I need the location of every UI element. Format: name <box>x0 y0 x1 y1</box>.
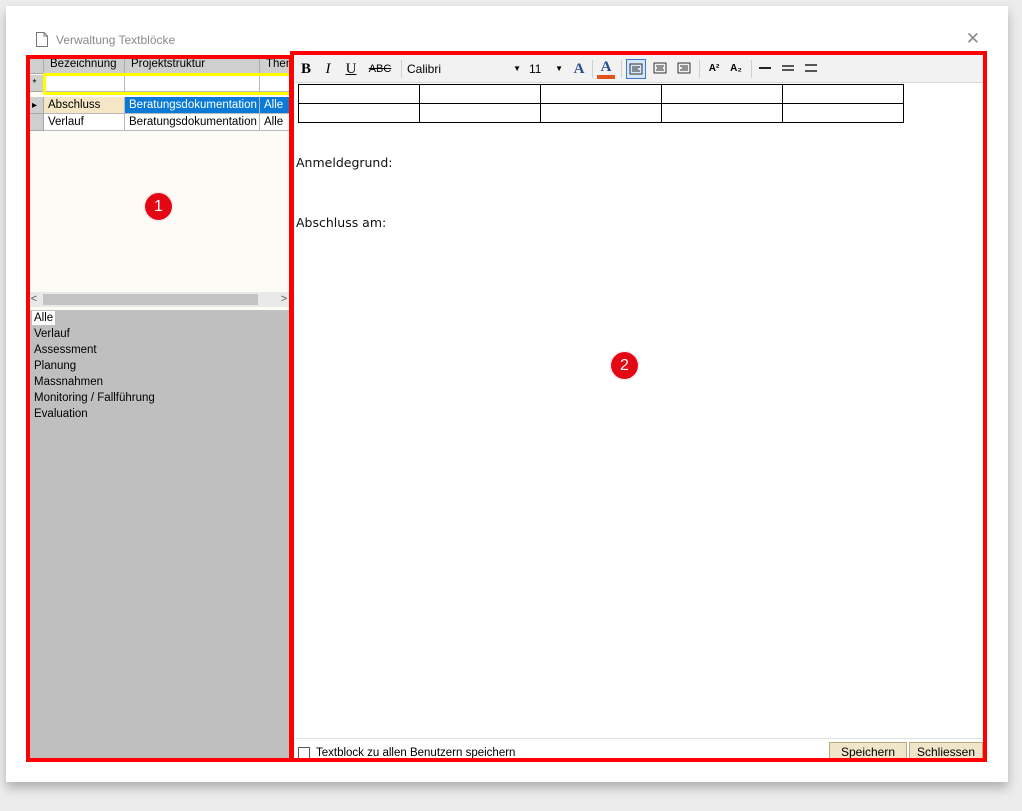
column-header-projektstruktur[interactable]: Projektstruktur <box>125 55 260 74</box>
table-row-cell-bezeichnung[interactable]: Abschluss <box>44 97 125 114</box>
theme-item-planung[interactable]: Planung <box>32 359 78 373</box>
document-table[interactable] <box>298 84 904 123</box>
font-size-value: 11 <box>529 62 542 76</box>
save-button[interactable]: Speichern <box>829 742 907 762</box>
line-spacing-medium-button[interactable] <box>779 59 797 79</box>
textblock-list-panel: Bezeichnung Projektstruktur Thema * ▸ Ab… <box>26 55 292 761</box>
close-window-button[interactable]: ✕ <box>966 29 980 49</box>
row-selector[interactable] <box>26 114 44 131</box>
line-single-icon <box>759 67 771 69</box>
bold-button[interactable]: B <box>298 59 314 79</box>
table-cell[interactable] <box>661 84 783 104</box>
textblock-grid: Bezeichnung Projektstruktur Thema * ▸ Ab… <box>26 55 292 310</box>
strikethrough-button[interactable]: ABC <box>366 59 394 79</box>
editor-footer: Textblock zu allen Benutzern speichern S… <box>295 738 983 762</box>
editor-line-abschluss[interactable]: Abschluss am: <box>296 215 386 230</box>
align-right-icon <box>677 62 691 74</box>
new-row-marker: * <box>26 75 44 92</box>
table-cell[interactable] <box>782 84 904 104</box>
theme-item-monitoring[interactable]: Monitoring / Fallführung <box>32 391 157 405</box>
table-cell[interactable] <box>782 103 904 123</box>
chevron-down-icon: ▼ <box>555 64 563 73</box>
table-cell[interactable] <box>419 103 541 123</box>
chevron-down-icon: ▼ <box>513 64 521 73</box>
line-double-icon <box>782 65 794 71</box>
theme-item-assessment[interactable]: Assessment <box>32 343 99 357</box>
align-left-button[interactable] <box>626 59 646 79</box>
row-selector-current[interactable]: ▸ <box>26 97 44 114</box>
table-row-cell-bezeichnung[interactable]: Verlauf <box>44 114 125 131</box>
theme-item-evaluation[interactable]: Evaluation <box>32 407 90 421</box>
column-header-bezeichnung[interactable]: Bezeichnung <box>44 55 125 74</box>
scroll-left-button[interactable]: < <box>27 292 41 307</box>
table-cell[interactable] <box>419 84 541 104</box>
align-center-button[interactable] <box>650 59 670 79</box>
table-row-cell-projektstruktur[interactable]: Beratungsdokumentation <box>125 97 260 114</box>
annotation-badge-1: 1 <box>144 192 173 221</box>
highlight-color-button[interactable]: A <box>597 59 615 79</box>
table-cell[interactable] <box>540 103 662 123</box>
formatting-toolbar: B I U ABC Calibri ▼ 11 ▼ A A A² A₂ <box>295 55 983 83</box>
column-header-thema[interactable]: Thema <box>260 55 292 74</box>
table-row-cell-projektstruktur[interactable]: Beratungsdokumentation <box>125 114 260 131</box>
scrollbar-thumb[interactable] <box>43 294 258 305</box>
new-row[interactable] <box>44 75 292 92</box>
font-color-button[interactable]: A <box>570 59 588 79</box>
table-row-cell-thema[interactable]: Alle <box>260 97 292 114</box>
close-button[interactable]: Schliessen <box>909 742 983 762</box>
table-cell[interactable] <box>298 84 420 104</box>
underline-button[interactable]: U <box>343 59 359 79</box>
save-for-all-users-label: Textblock zu allen Benutzern speichern <box>316 747 516 759</box>
font-family-value: Calibri <box>407 62 442 76</box>
font-family-select[interactable]: Calibri ▼ <box>405 59 523 79</box>
line-spacing-single-button[interactable] <box>756 59 774 79</box>
grid-corner <box>26 55 44 74</box>
subscript-button[interactable]: A₂ <box>726 59 746 79</box>
new-row-thema-input[interactable] <box>260 75 292 92</box>
window-title: Verwaltung Textblöcke <box>56 33 176 47</box>
toolbar-separator <box>699 60 700 78</box>
table-row <box>298 84 904 104</box>
theme-item-massnahmen[interactable]: Massnahmen <box>32 375 105 389</box>
new-row-bezeichnung-input[interactable] <box>44 75 125 92</box>
theme-list: Alle Verlauf Assessment Planung Massnahm… <box>26 311 292 761</box>
save-for-all-users-checkbox[interactable] <box>298 747 310 759</box>
line-spacing-wide-button[interactable] <box>802 59 820 79</box>
scroll-right-button[interactable]: > <box>277 292 291 307</box>
theme-item-verlauf[interactable]: Verlauf <box>32 327 72 341</box>
document-icon <box>36 32 48 47</box>
grid-header: Bezeichnung Projektstruktur Thema <box>26 55 292 74</box>
editor-line-anmeldegrund[interactable]: Anmeldegrund: <box>296 155 393 170</box>
table-cell[interactable] <box>540 84 662 104</box>
font-size-select[interactable]: 11 ▼ <box>529 59 565 79</box>
grid-horizontal-scrollbar[interactable]: < > <box>26 292 292 307</box>
italic-button[interactable]: I <box>320 59 336 79</box>
superscript-button[interactable]: A² <box>704 59 724 79</box>
table-cell[interactable] <box>661 103 783 123</box>
align-left-icon <box>629 63 643 75</box>
table-row <box>298 103 904 123</box>
toolbar-separator <box>751 60 752 78</box>
textblock-editor-panel: B I U ABC Calibri ▼ 11 ▼ A A A² A₂ Anmel… <box>295 55 983 762</box>
toolbar-separator <box>592 60 593 78</box>
new-row-projektstruktur-input[interactable] <box>125 75 260 92</box>
toolbar-separator <box>621 60 622 78</box>
table-row-cell-thema[interactable]: Alle <box>260 114 292 131</box>
table-cell[interactable] <box>298 103 420 123</box>
theme-item-alle[interactable]: Alle <box>32 311 56 325</box>
window-titlebar: Verwaltung Textblöcke ✕ <box>26 28 986 52</box>
align-right-button[interactable] <box>674 59 694 79</box>
annotation-badge-2: 2 <box>610 351 639 380</box>
line-wide-icon <box>805 64 817 72</box>
align-center-icon <box>653 62 667 74</box>
toolbar-separator <box>401 60 402 78</box>
